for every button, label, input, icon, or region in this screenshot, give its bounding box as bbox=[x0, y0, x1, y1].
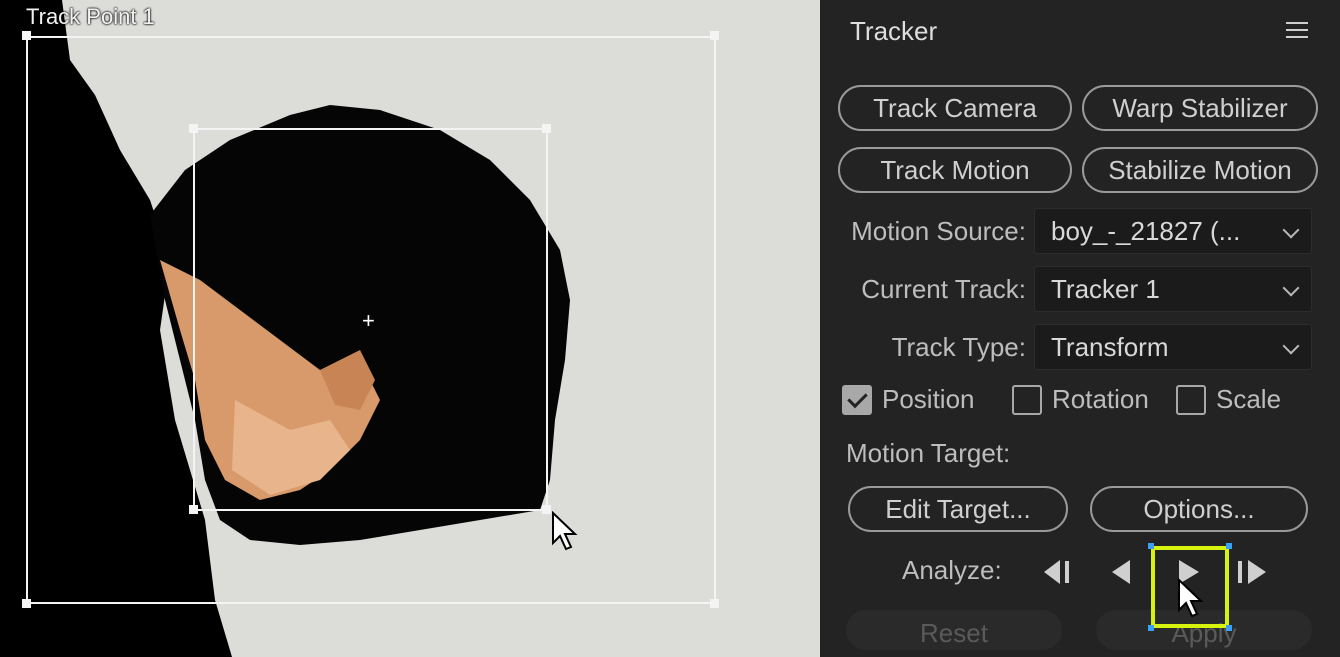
track-point-label: Track Point 1 bbox=[26, 4, 155, 29]
analyze-label: Analyze: bbox=[902, 555, 1002, 585]
motion-target-label: Motion Target: bbox=[846, 438, 1011, 468]
position-checkbox-row[interactable]: Position bbox=[842, 384, 975, 415]
selection-handle bbox=[1226, 543, 1232, 549]
track-motion-button[interactable]: Track Motion bbox=[838, 147, 1072, 193]
analyze-backward-icon[interactable] bbox=[1108, 556, 1136, 588]
stabilize-motion-button[interactable]: Stabilize Motion bbox=[1082, 147, 1318, 193]
scale-label: Scale bbox=[1216, 384, 1282, 414]
search-region-handle[interactable] bbox=[22, 31, 31, 40]
hamburger-menu-icon[interactable] bbox=[1286, 22, 1308, 43]
position-label: Position bbox=[882, 384, 975, 414]
rotation-checkbox-row[interactable]: Rotation bbox=[1012, 384, 1149, 415]
chevron-down-icon bbox=[1282, 337, 1300, 355]
scale-checkbox-row[interactable]: Scale bbox=[1176, 384, 1281, 415]
motion-source-label: Motion Source: bbox=[851, 216, 1026, 246]
position-checkbox[interactable] bbox=[842, 384, 872, 415]
selection-handle bbox=[1148, 625, 1154, 631]
mouse-cursor-icon bbox=[1178, 578, 1204, 618]
chevron-down-icon bbox=[1282, 279, 1300, 297]
motion-source-value: boy_-_21827 (... bbox=[1051, 216, 1241, 246]
current-track-value: Tracker 1 bbox=[1051, 274, 1160, 304]
track-type-label: Track Type: bbox=[891, 332, 1026, 362]
attach-point-icon[interactable]: + bbox=[362, 310, 375, 332]
motion-source-dropdown[interactable]: boy_-_21827 (... bbox=[1034, 208, 1312, 254]
tracker-panel: Tracker Track Camera Warp Stabilizer Tra… bbox=[820, 0, 1340, 657]
rotation-label: Rotation bbox=[1052, 384, 1149, 414]
rotation-checkbox[interactable] bbox=[1012, 384, 1042, 415]
track-type-value: Transform bbox=[1051, 332, 1169, 362]
current-track-label: Current Track: bbox=[861, 274, 1026, 304]
reset-button[interactable]: Reset bbox=[846, 610, 1062, 650]
track-type-dropdown[interactable]: Transform bbox=[1034, 324, 1312, 370]
selection-handle bbox=[1226, 625, 1232, 631]
feature-region-handle[interactable] bbox=[189, 505, 198, 514]
selection-handle bbox=[1148, 543, 1154, 549]
warp-stabilizer-button[interactable]: Warp Stabilizer bbox=[1082, 85, 1318, 131]
feature-region-handle[interactable] bbox=[542, 505, 551, 514]
scale-checkbox[interactable] bbox=[1176, 384, 1206, 415]
panel-title: Tracker bbox=[850, 16, 938, 46]
chevron-down-icon bbox=[1282, 221, 1300, 239]
mouse-cursor-icon bbox=[552, 511, 578, 551]
search-region-handle[interactable] bbox=[710, 31, 719, 40]
current-track-dropdown[interactable]: Tracker 1 bbox=[1034, 266, 1312, 312]
options-button[interactable]: Options... bbox=[1090, 486, 1308, 532]
feature-region-handle[interactable] bbox=[189, 124, 198, 133]
track-camera-button[interactable]: Track Camera bbox=[838, 85, 1072, 131]
analyze-backward-one-frame-icon[interactable] bbox=[1040, 556, 1076, 588]
feature-region-handle[interactable] bbox=[542, 124, 551, 133]
search-region-handle[interactable] bbox=[22, 599, 31, 608]
edit-target-button[interactable]: Edit Target... bbox=[848, 486, 1068, 532]
analyze-forward-one-frame-icon[interactable] bbox=[1234, 556, 1270, 588]
search-region-handle[interactable] bbox=[710, 599, 719, 608]
composition-viewer[interactable]: Track Point 1 + bbox=[0, 0, 820, 657]
